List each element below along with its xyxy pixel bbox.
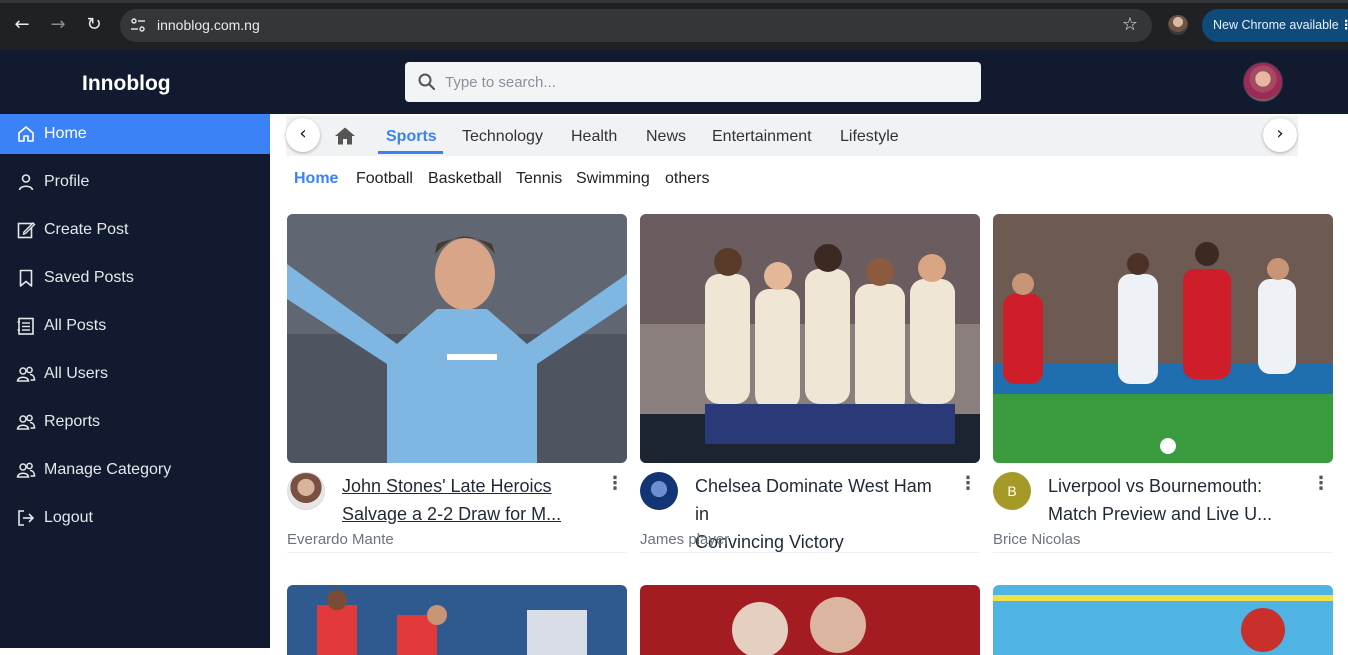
scroll-left-button[interactable]: ‹ <box>286 118 320 152</box>
post-image[interactable] <box>640 214 980 463</box>
sidebar-item-label: Profile <box>44 173 90 190</box>
sidebar-item-all-users[interactable]: All Users <box>0 354 270 394</box>
bookmark-icon <box>19 269 33 287</box>
card-divider <box>993 552 1333 553</box>
post-image[interactable] <box>993 585 1333 655</box>
sidebar-item-profile[interactable]: Profile <box>0 162 270 202</box>
sidebar-item-label: Logout <box>44 509 93 526</box>
sidebar-item-label: All Posts <box>44 317 107 334</box>
sidebar-item-label: Reports <box>44 413 101 430</box>
tab-strip-edge <box>0 0 1348 3</box>
subcategory-others[interactable]: others <box>665 170 709 188</box>
tab-lifestyle[interactable]: Lifestyle <box>840 128 899 146</box>
post-title-line: John Stones' Late Heroics <box>342 476 552 496</box>
sidebar-item-home[interactable]: Home <box>0 114 270 154</box>
edit-icon <box>17 222 36 239</box>
url-text[interactable]: innoblog.com.ng <box>157 17 260 33</box>
search-box[interactable] <box>405 62 981 102</box>
scroll-right-button[interactable]: › <box>1263 118 1297 152</box>
search-input[interactable] <box>445 62 965 102</box>
home-icon <box>18 126 34 142</box>
users-icon <box>16 366 36 382</box>
post-title-line: Salvage a 2-2 Draw for M... <box>342 504 562 524</box>
card-divider <box>640 552 980 553</box>
sidebar-item-saved-posts[interactable]: Saved Posts <box>0 258 270 298</box>
category-tabs: ‹ Sports Technology Health News Entertai… <box>286 116 1298 156</box>
reload-button[interactable]: ↻ <box>83 14 105 36</box>
brand-logo[interactable]: Innoblog <box>82 72 171 96</box>
subcategory-football[interactable]: Football <box>356 170 413 188</box>
post-image[interactable] <box>287 585 627 655</box>
app-header: Innoblog <box>0 50 1348 114</box>
sidebar-item-label: Create Post <box>44 221 129 238</box>
tab-sports[interactable]: Sports <box>386 128 437 146</box>
tab-technology[interactable]: Technology <box>462 128 543 146</box>
tab-news[interactable]: News <box>646 128 686 146</box>
post-image[interactable] <box>993 214 1333 463</box>
search-icon <box>418 73 436 91</box>
sidebar: Home Profile Create Post Saved Posts All… <box>0 114 270 648</box>
main-content: ‹ Sports Technology Health News Entertai… <box>270 114 1348 655</box>
sidebar-item-create-post[interactable]: Create Post <box>0 210 270 250</box>
post-author[interactable]: Brice Nicolas <box>993 531 1081 548</box>
post-title[interactable]: John Stones' Late Heroics Salvage a 2-2 … <box>342 472 592 528</box>
post-image[interactable] <box>640 585 980 655</box>
site-settings-icon[interactable] <box>130 17 146 33</box>
post-title-line: Liverpool vs Bournemouth: <box>1048 476 1263 496</box>
sidebar-item-label: All Users <box>44 365 109 382</box>
update-label: New Chrome available <box>1213 18 1339 32</box>
subcategory-basketball[interactable]: Basketball <box>428 170 502 188</box>
author-avatar[interactable] <box>640 472 678 510</box>
forward-button[interactable]: → <box>47 14 69 36</box>
post-title[interactable]: Liverpool vs Bournemouth: Match Preview … <box>1048 472 1298 528</box>
sidebar-item-manage-category[interactable]: Manage Category <box>0 450 270 490</box>
browser-toolbar: ← → ↻ innoblog.com.ng ☆ New Chrome avail… <box>0 0 1348 50</box>
post-title[interactable]: Chelsea Dominate West Ham in Convincing … <box>695 472 945 556</box>
user-avatar[interactable] <box>1243 62 1283 102</box>
sidebar-item-label: Saved Posts <box>44 269 134 286</box>
more-menu-icon[interactable]: ⋮ <box>1340 9 1348 42</box>
sidebar-item-label: Home <box>44 125 87 142</box>
users-icon <box>16 462 36 478</box>
sidebar-item-logout[interactable]: Logout <box>0 498 270 538</box>
logout-icon <box>18 510 35 526</box>
author-initial-avatar[interactable]: B <box>993 472 1031 510</box>
subcategory-home[interactable]: Home <box>294 170 338 188</box>
author-avatar[interactable] <box>287 472 325 510</box>
sidebar-item-all-posts[interactable]: All Posts <box>0 306 270 346</box>
sidebar-item-reports[interactable]: Reports <box>0 402 270 442</box>
post-title-line: Match Preview and Live U... <box>1048 504 1273 524</box>
post-options-icon[interactable]: ⋮ <box>605 473 625 494</box>
post-author[interactable]: James player <box>640 531 729 548</box>
card-divider <box>287 552 627 553</box>
list-icon <box>17 317 34 335</box>
post-author[interactable]: Everardo Mante <box>287 531 394 548</box>
address-bar[interactable]: innoblog.com.ng ☆ <box>120 9 1152 42</box>
chrome-profile-avatar[interactable] <box>1168 15 1188 35</box>
back-button[interactable]: ← <box>11 14 33 36</box>
user-icon <box>18 174 34 191</box>
sidebar-item-label: Manage Category <box>44 461 172 478</box>
tab-health[interactable]: Health <box>571 128 617 146</box>
tab-entertainment[interactable]: Entertainment <box>712 128 812 146</box>
bookmark-star-icon[interactable]: ☆ <box>1122 14 1138 35</box>
active-tab-indicator <box>378 151 443 154</box>
subcategory-tennis[interactable]: Tennis <box>516 170 562 188</box>
post-title-line: Chelsea Dominate West Ham in <box>695 476 932 524</box>
post-options-icon[interactable]: ⋮ <box>1311 473 1331 494</box>
post-image[interactable] <box>287 214 627 463</box>
users-icon <box>16 414 36 430</box>
subcategory-swimming[interactable]: Swimming <box>576 170 650 188</box>
home-category-icon[interactable] <box>334 126 356 146</box>
chrome-update-button[interactable]: New Chrome available ⋮ <box>1202 9 1348 42</box>
post-options-icon[interactable]: ⋮ <box>958 473 978 494</box>
